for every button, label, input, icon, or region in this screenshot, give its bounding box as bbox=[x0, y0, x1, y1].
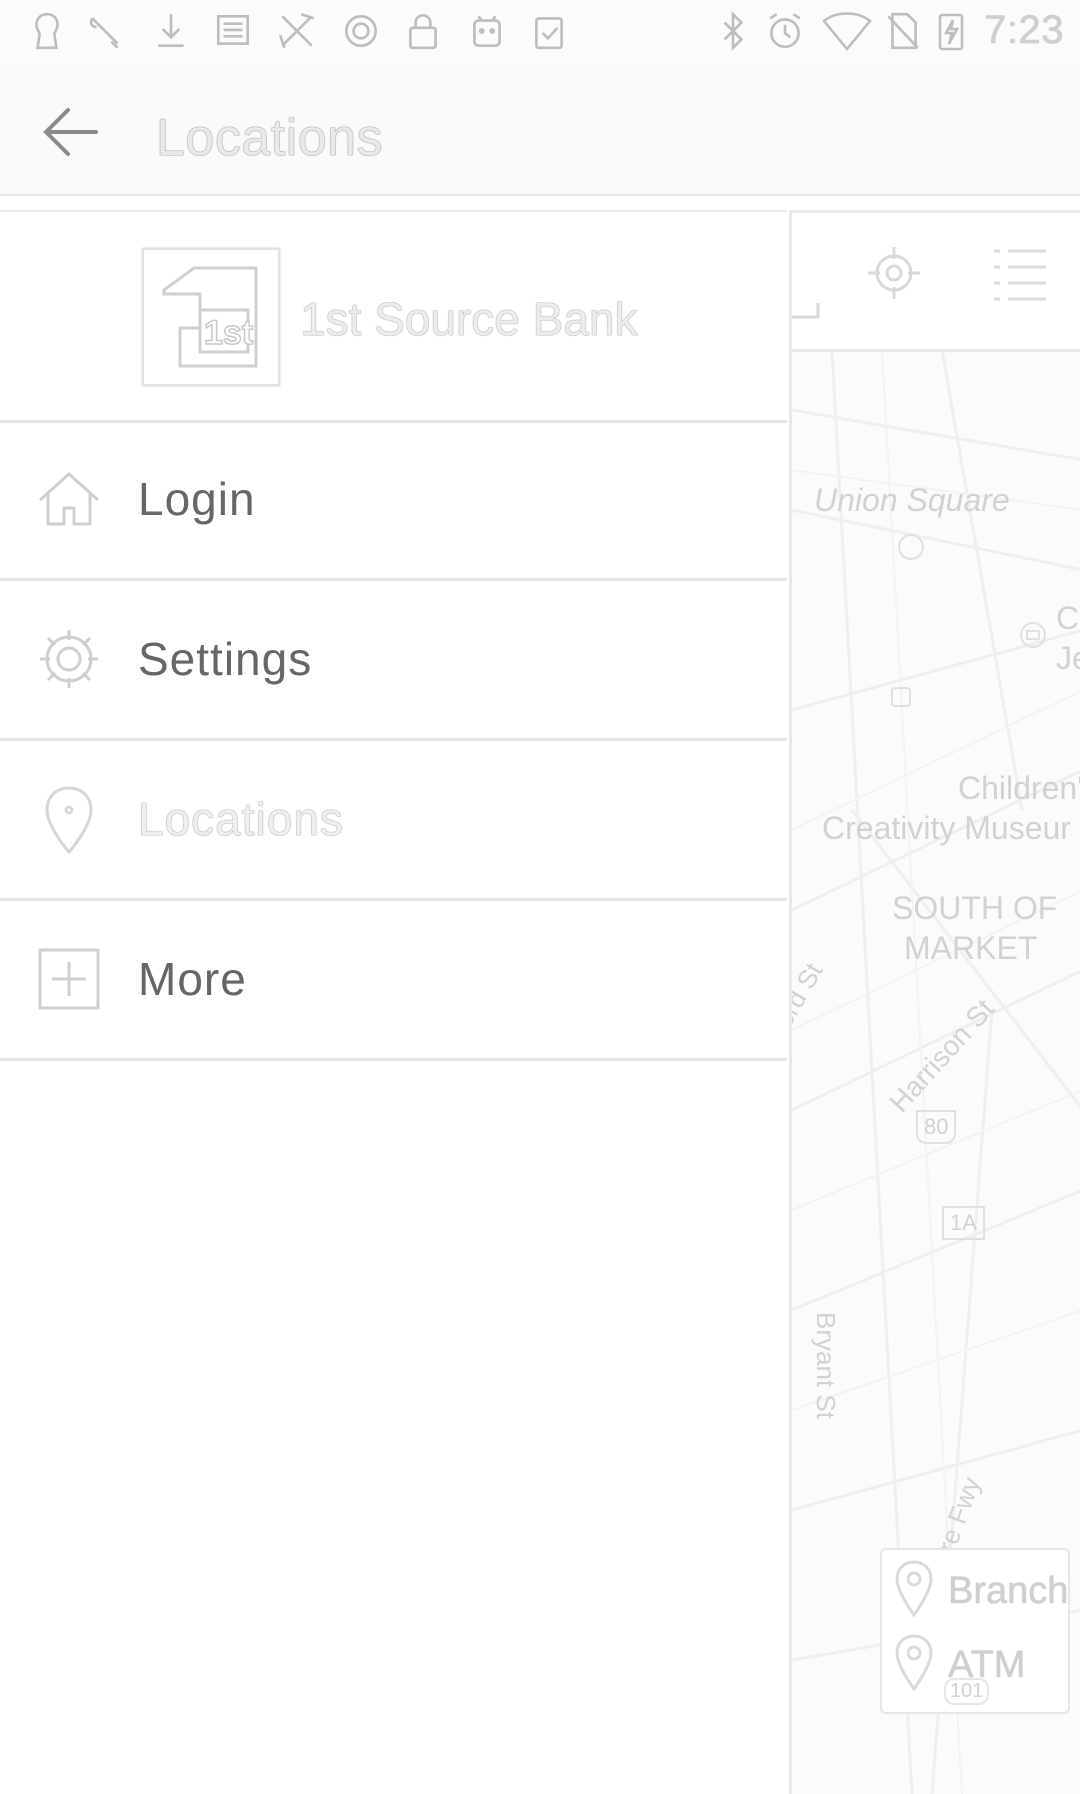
atm-pin-icon bbox=[895, 1634, 933, 1692]
download-icon bbox=[150, 10, 192, 52]
map-label-childrens: Children' bbox=[958, 770, 1080, 806]
clipboard-check-icon bbox=[528, 10, 570, 52]
map-label-market: MARKET bbox=[904, 930, 1038, 966]
no-sim-icon bbox=[882, 10, 924, 52]
route-1a-shield: 1A bbox=[942, 1206, 985, 1240]
battery-charging-icon bbox=[936, 10, 966, 52]
map-label-creativity-museum: Creativity Museur bbox=[822, 810, 1071, 846]
alarm-icon bbox=[764, 10, 806, 52]
status-time: 7:23 bbox=[984, 8, 1064, 52]
status-bar: 7:23 bbox=[0, 0, 1080, 65]
poi-icon bbox=[891, 687, 911, 707]
home-icon bbox=[38, 471, 100, 526]
drawer-item-label: Locations bbox=[138, 793, 344, 845]
news-icon bbox=[212, 10, 254, 52]
map-label-bryant-st: Bryant St bbox=[810, 1312, 841, 1419]
branch-pin-icon bbox=[895, 1560, 933, 1618]
map-pin-icon bbox=[45, 786, 93, 854]
drawer-item-login[interactable]: Login bbox=[0, 420, 787, 581]
map-label-union-square: Union Square bbox=[814, 482, 1010, 518]
route-101-shield: 101 bbox=[944, 1678, 990, 1705]
wifi-icon bbox=[822, 10, 872, 52]
plus-box-icon bbox=[38, 948, 100, 1010]
keyhole-icon bbox=[26, 10, 68, 52]
drawer-item-label: More bbox=[138, 953, 247, 1005]
gear-icon bbox=[40, 630, 98, 688]
drawer-item-more[interactable]: More bbox=[0, 900, 787, 1061]
legend-branch[interactable]: Branch bbox=[892, 1558, 1068, 1628]
bank-name: 1st Source Bank bbox=[300, 293, 638, 345]
lock-icon bbox=[402, 10, 444, 52]
interstate-80-shield: 80 bbox=[916, 1110, 957, 1144]
map-label-je: Je bbox=[1056, 640, 1080, 676]
back-button[interactable] bbox=[36, 102, 106, 162]
museum-icon bbox=[1020, 622, 1046, 648]
drawer-item-locations[interactable]: Locations bbox=[0, 740, 787, 901]
bank-logo: 1st bbox=[142, 248, 280, 386]
map-legend: Branch ATM 101 bbox=[880, 1548, 1070, 1714]
drawer-item-settings[interactable]: Settings bbox=[0, 580, 787, 741]
arrow-left-icon bbox=[43, 108, 98, 156]
android-icon bbox=[466, 10, 508, 52]
corner-bracket-icon bbox=[792, 303, 820, 319]
crossed-tools-icon bbox=[276, 10, 318, 52]
bluetooth-icon bbox=[712, 10, 754, 52]
map-label-co: Co bbox=[1056, 600, 1080, 636]
wrench-icon bbox=[84, 10, 126, 52]
crosshair-icon[interactable] bbox=[864, 243, 924, 303]
page-title: Locations bbox=[156, 109, 384, 167]
legend-branch-label: Branch bbox=[948, 1570, 1069, 1612]
list-icon[interactable] bbox=[990, 245, 1050, 303]
bank-logo-mark: 1st bbox=[162, 266, 258, 368]
navigation-drawer: 1st 1st Source Bank Login Settings Locat… bbox=[0, 210, 787, 1794]
drawer-header: 1st 1st Source Bank bbox=[0, 210, 787, 423]
logo-text: 1st bbox=[204, 314, 253, 352]
drawer-item-label: Login bbox=[138, 473, 256, 525]
map-toolbar bbox=[792, 210, 1080, 352]
park-icon bbox=[898, 534, 924, 560]
map-label-south-of: SOUTH OF bbox=[892, 890, 1058, 926]
circle-icon bbox=[340, 10, 382, 52]
app-bar: Locations bbox=[0, 64, 1080, 196]
drawer-item-label: Settings bbox=[138, 633, 313, 685]
map-view[interactable]: Union Square Co Je Children' Creativity … bbox=[789, 210, 1080, 1794]
